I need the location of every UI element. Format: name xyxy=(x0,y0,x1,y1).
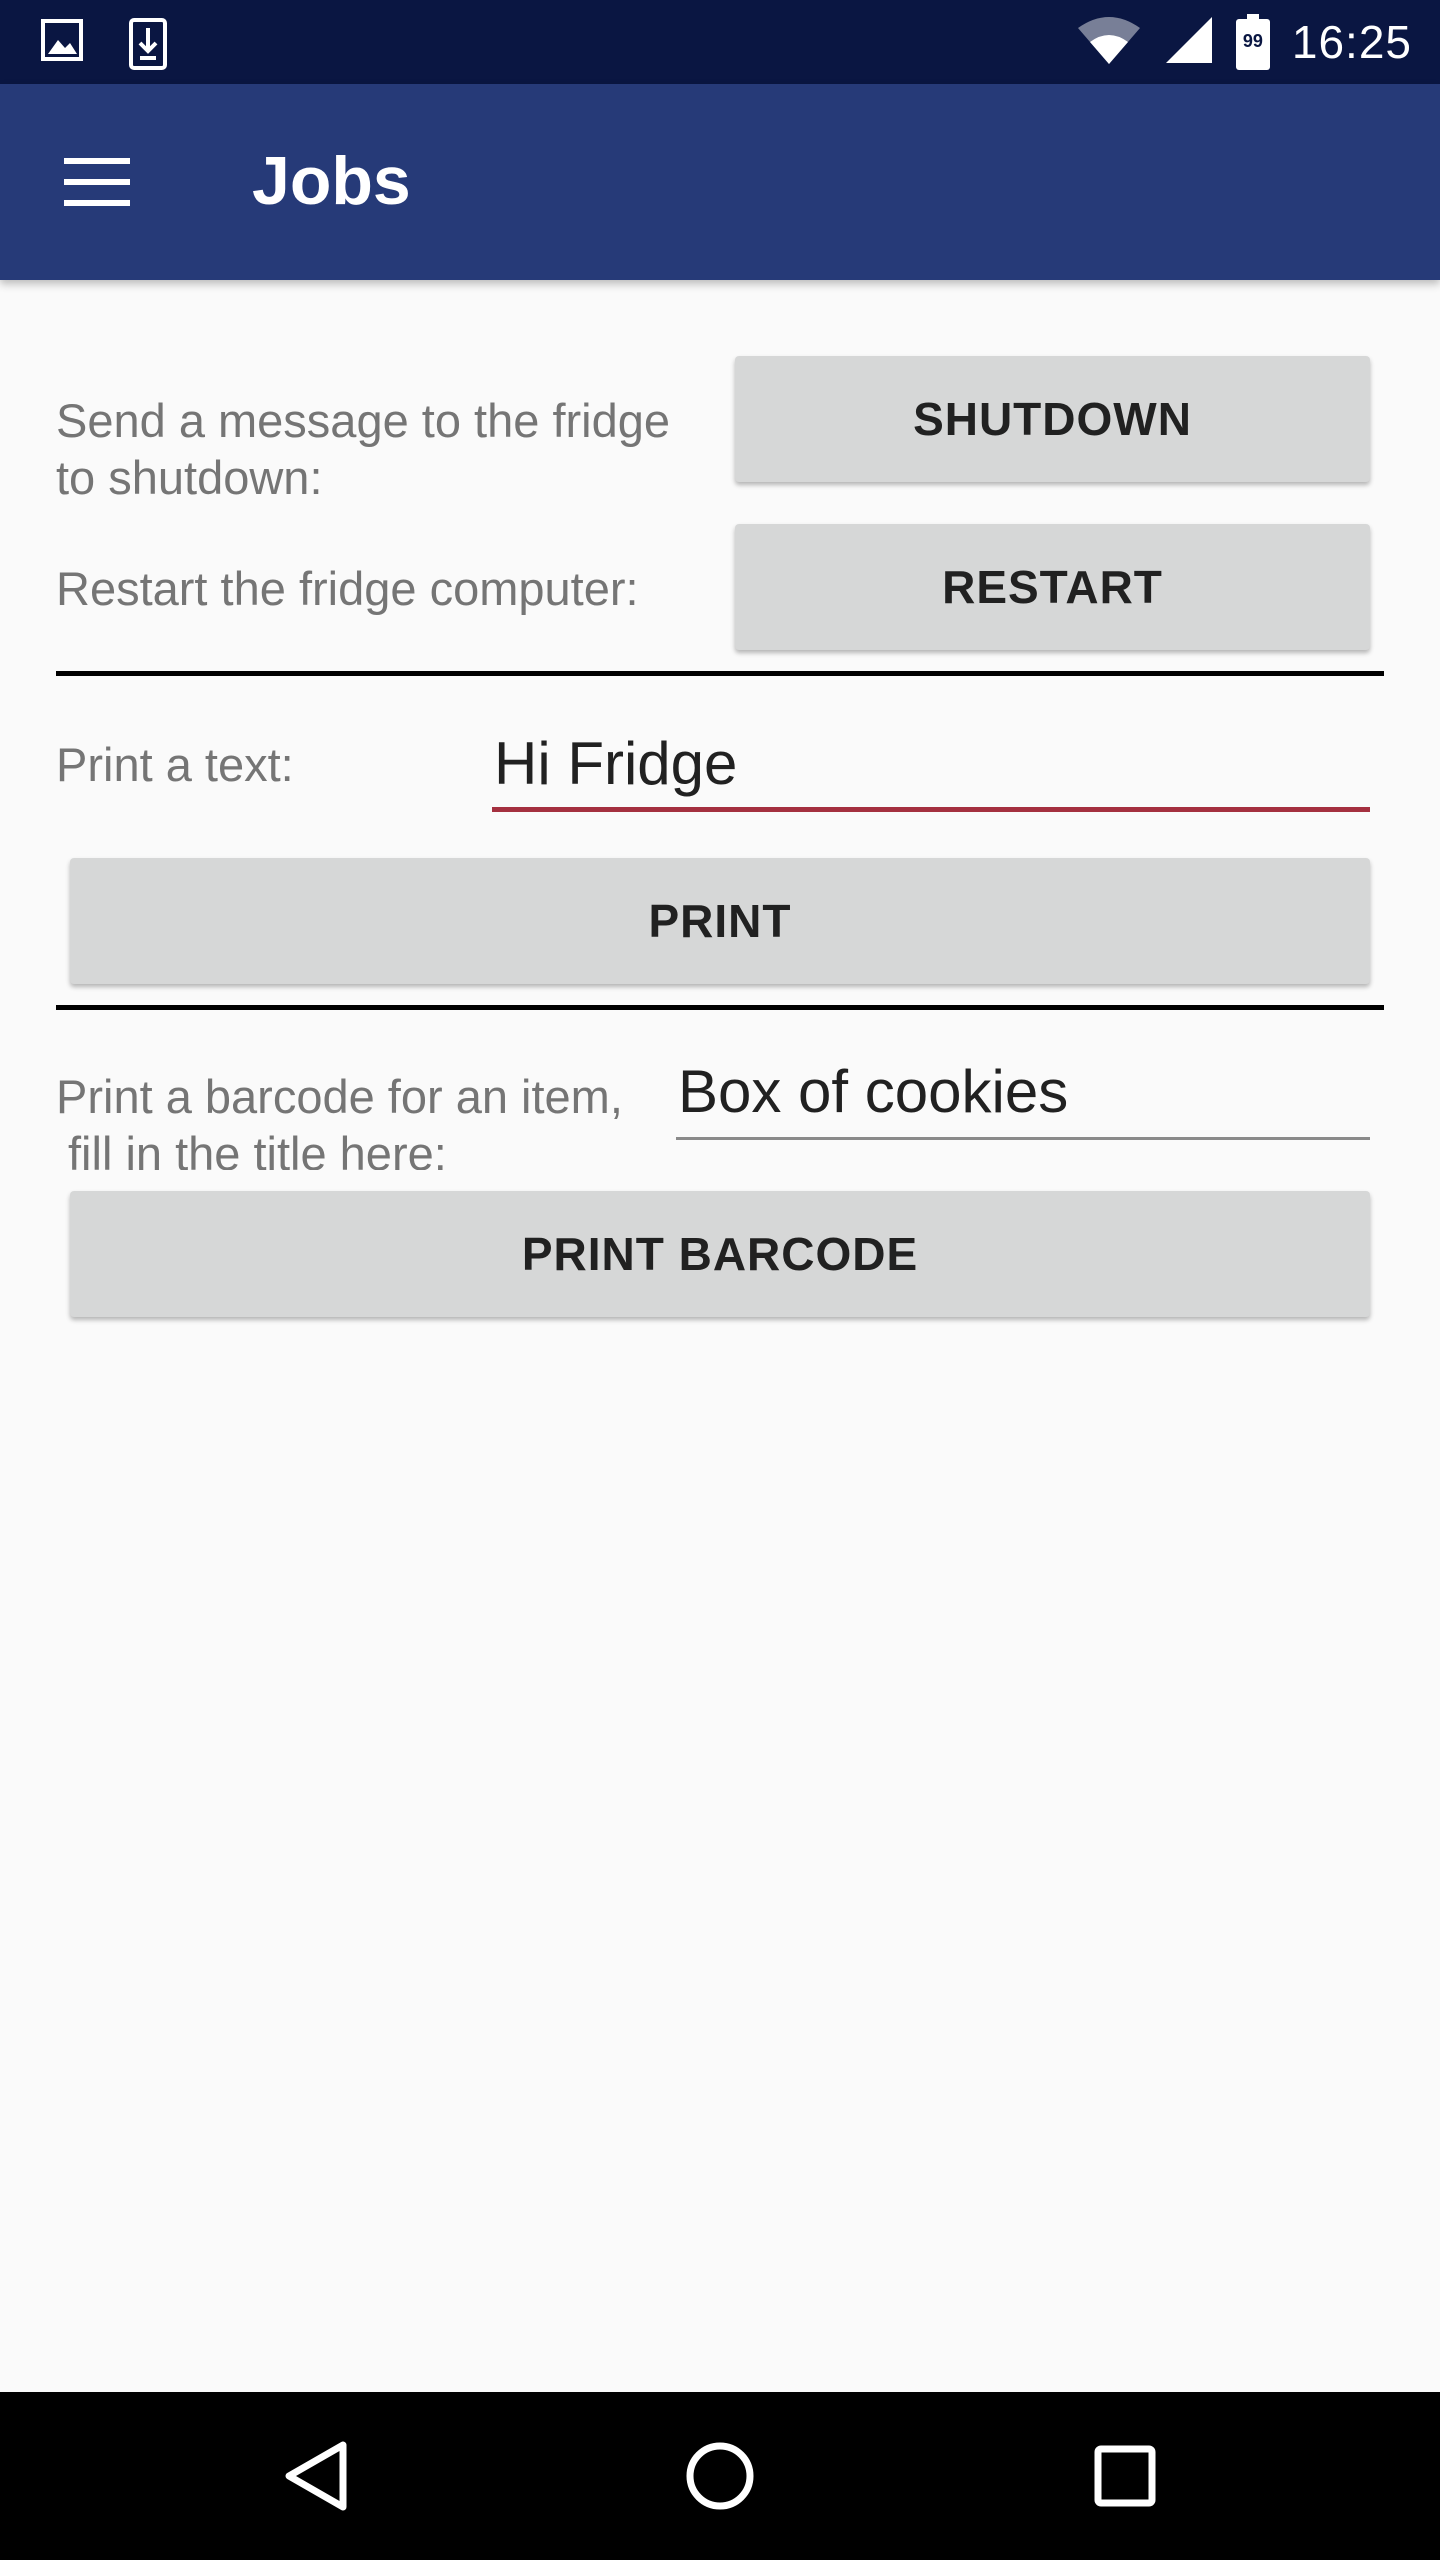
wifi-icon xyxy=(1076,14,1142,71)
restart-label: Restart the fridge computer: xyxy=(56,562,639,615)
print-text-input-value: Hi Fridge xyxy=(494,730,738,797)
shutdown-label-line1: Send a message to the fridge xyxy=(56,394,671,447)
jobs-screen: 99 16:25 Jobs Send a message to the frid… xyxy=(0,0,1440,2560)
print-button[interactable]: PRINT xyxy=(70,858,1370,984)
shutdown-button[interactable]: SHUTDOWN xyxy=(735,356,1370,482)
home-circle-icon[interactable] xyxy=(670,2426,770,2526)
cell-signal-icon xyxy=(1164,15,1214,70)
app-bar: Jobs xyxy=(0,84,1440,280)
status-bar: 99 16:25 xyxy=(0,0,1440,84)
print-barcode-label-line1: Print a barcode for an item, xyxy=(56,1070,623,1123)
print-barcode-label-line2: fill in the title here: xyxy=(68,1127,447,1170)
page-title: Jobs xyxy=(252,143,411,219)
shutdown-label: Send a message to the fridge to shutdown… xyxy=(56,392,670,506)
battery-level-text: 99 xyxy=(1242,31,1263,51)
barcode-title-input[interactable]: Box of cookies xyxy=(676,1050,1370,1140)
print-barcode-button[interactable]: PRINT BARCODE xyxy=(70,1191,1370,1317)
back-triangle-icon[interactable] xyxy=(266,2426,366,2526)
notification-icons xyxy=(40,18,168,75)
barcode-title-input-underline xyxy=(676,1137,1370,1140)
status-time: 16:25 xyxy=(1291,16,1412,68)
section-divider xyxy=(56,1005,1384,1010)
print-text-label: Print a text: xyxy=(56,738,294,791)
print-text-input-underline xyxy=(492,807,1370,812)
battery-icon: 99 xyxy=(1235,14,1270,70)
restart-button[interactable]: RESTART xyxy=(735,524,1370,650)
navigation-bar xyxy=(0,2392,1440,2560)
image-notification-icon xyxy=(40,18,84,75)
recents-square-icon[interactable] xyxy=(1075,2426,1175,2526)
barcode-title-input-value: Box of cookies xyxy=(678,1058,1069,1125)
shutdown-label-line2: to shutdown: xyxy=(56,451,323,504)
hamburger-menu-icon[interactable] xyxy=(64,158,130,206)
system-status-icons: 99 16:25 xyxy=(1076,12,1412,72)
section-divider xyxy=(56,671,1384,676)
print-text-input[interactable]: Hi Fridge xyxy=(492,722,1370,812)
download-notification-icon xyxy=(128,18,168,75)
print-barcode-label: Print a barcode for an item, fill in the… xyxy=(56,1068,623,1170)
